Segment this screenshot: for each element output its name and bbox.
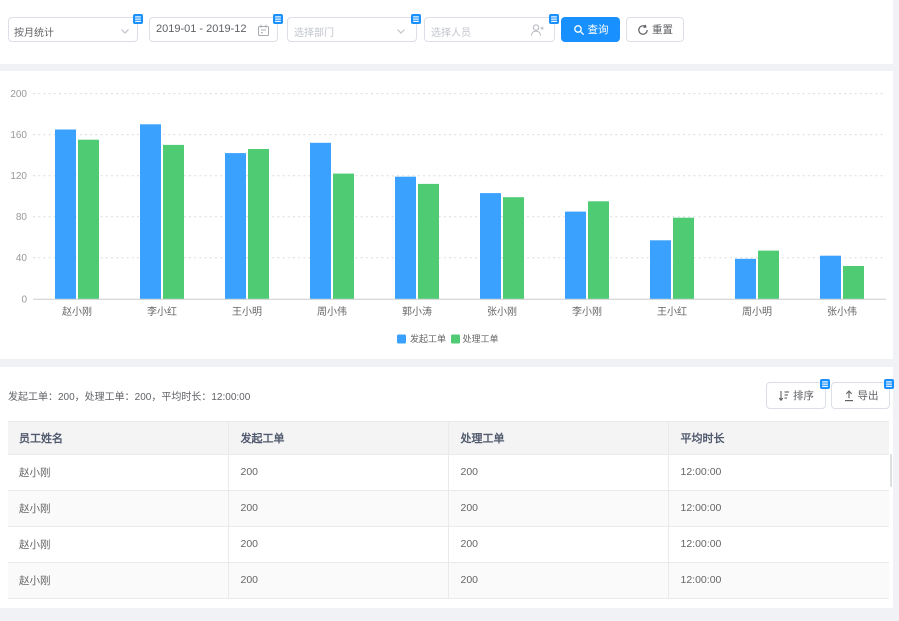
svg-text:发起工单: 发起工单 [410, 333, 446, 344]
svg-text:周小伟: 周小伟 [317, 305, 347, 318]
svg-text:张小刚: 张小刚 [487, 306, 517, 318]
svg-text:120: 120 [10, 171, 27, 182]
svg-text:王小红: 王小红 [657, 305, 687, 318]
svg-text:200: 200 [10, 89, 27, 100]
svg-text:160: 160 [10, 130, 27, 141]
svg-text:李小刚: 李小刚 [572, 305, 602, 318]
svg-text:张小伟: 张小伟 [827, 305, 857, 318]
svg-text:40: 40 [16, 253, 28, 264]
svg-text:周小明: 周小明 [742, 306, 772, 318]
svg-text:郭小涛: 郭小涛 [402, 305, 432, 318]
svg-text:李小红: 李小红 [147, 305, 177, 318]
svg-text:0: 0 [21, 294, 27, 305]
svg-text:80: 80 [16, 212, 28, 223]
svg-text:王小明: 王小明 [232, 306, 262, 318]
svg-text:赵小刚: 赵小刚 [62, 305, 92, 318]
svg-text:处理工单: 处理工单 [463, 333, 499, 344]
